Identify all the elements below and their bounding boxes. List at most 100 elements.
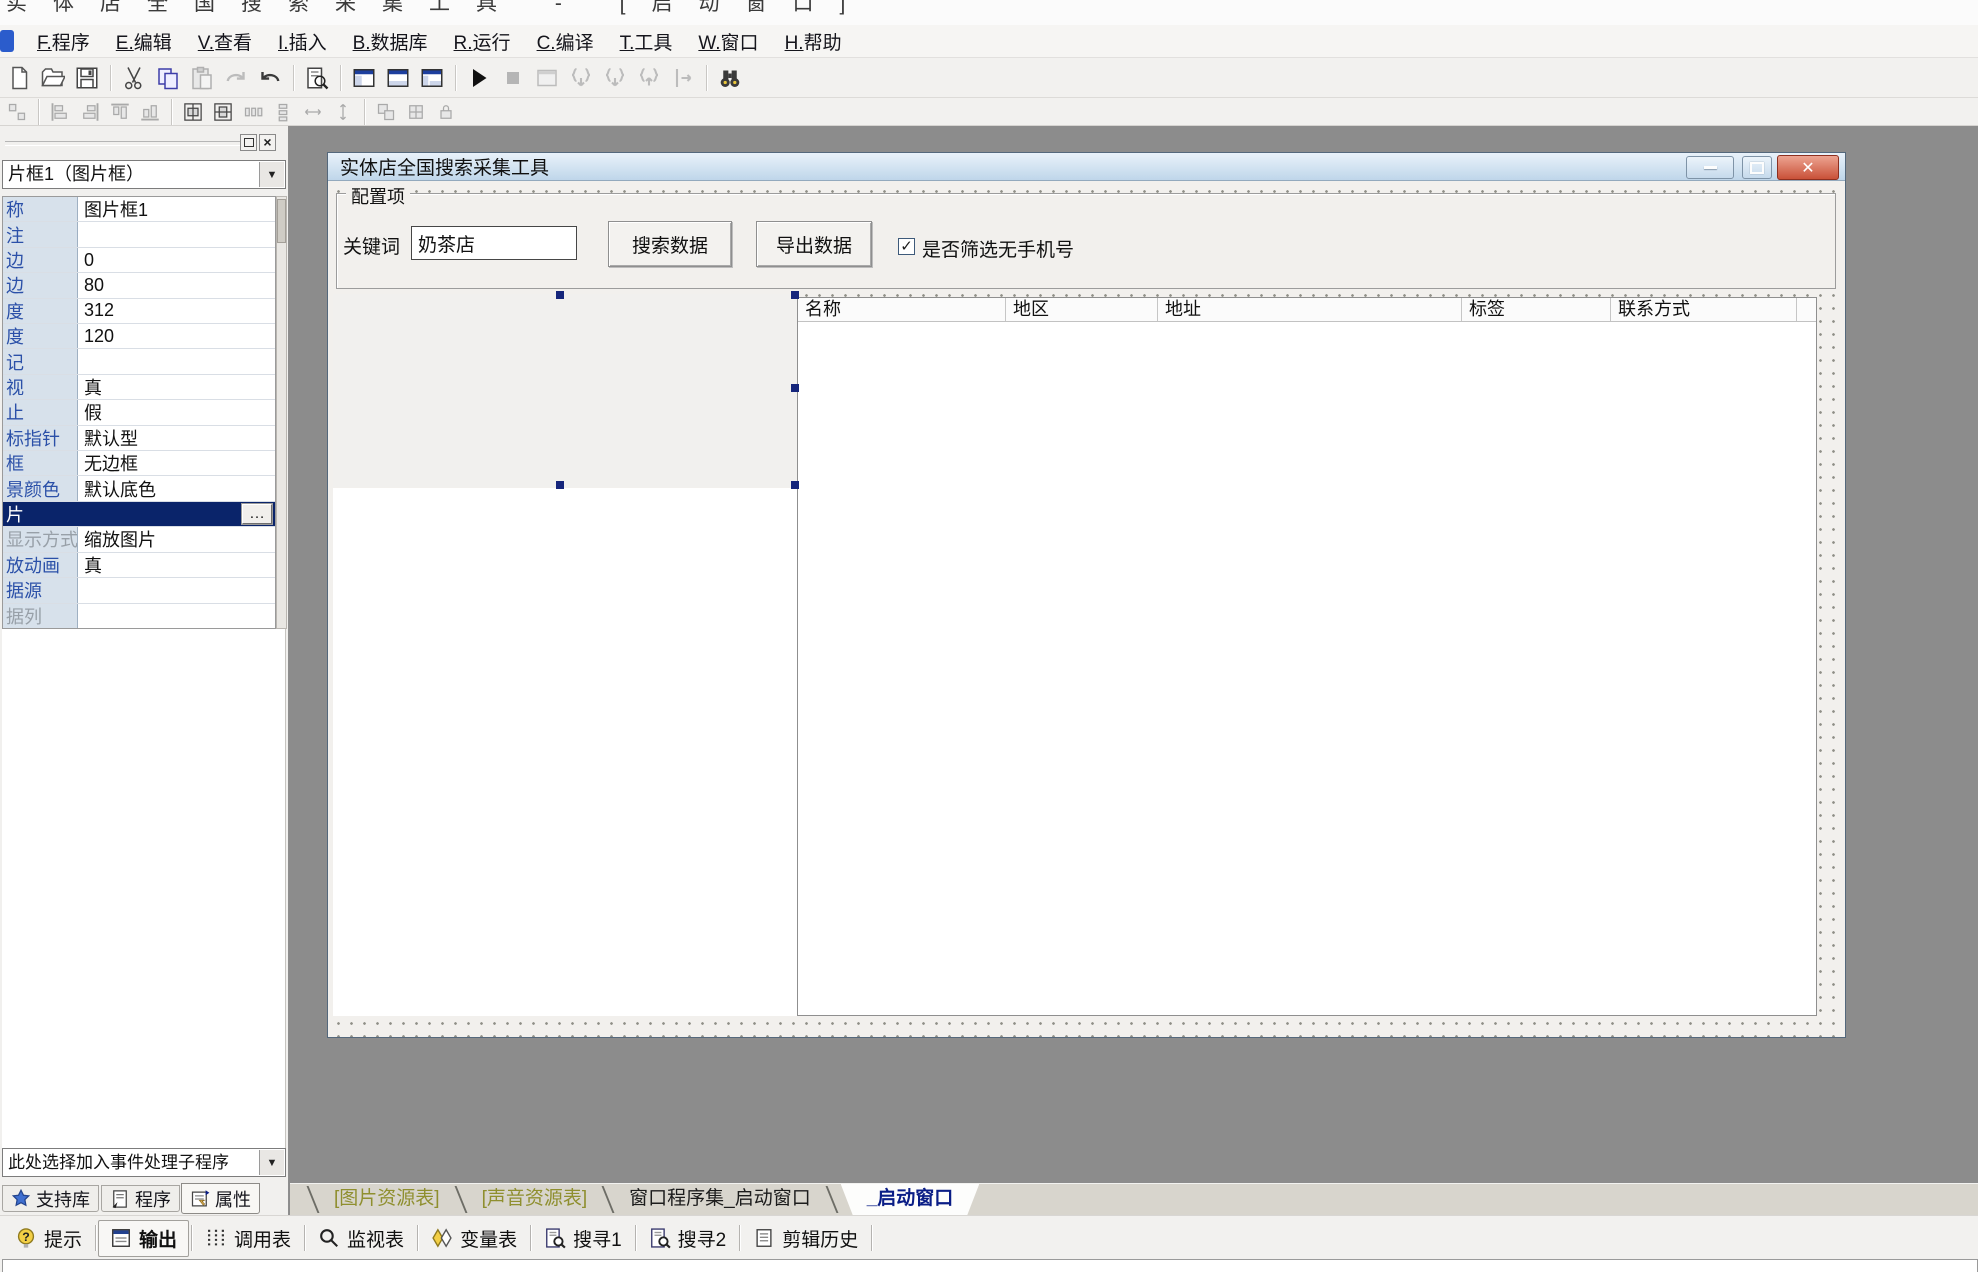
run-button[interactable] [464, 63, 494, 93]
align-top-button[interactable] [107, 101, 133, 123]
align-right-button[interactable] [77, 101, 103, 123]
os-window-titlebar[interactable]: 实体店全国搜索采集工具 - [启动窗口] [0, 0, 1978, 26]
selection-handle[interactable] [791, 384, 799, 392]
debug-window-button[interactable] [532, 63, 562, 93]
save-button[interactable] [72, 63, 102, 93]
selection-handle[interactable] [791, 291, 799, 299]
cut-button[interactable] [119, 63, 149, 93]
filter-checkbox[interactable]: ✓ [898, 238, 915, 255]
properties-panel-titlebar[interactable]: × [0, 132, 288, 154]
find-button[interactable] [715, 63, 745, 93]
tab-watch-table[interactable]: 监视表 [307, 1223, 415, 1254]
property-row[interactable]: 标指针默认型 [3, 426, 275, 451]
restore-button[interactable] [1742, 156, 1772, 179]
open-button[interactable] [38, 63, 68, 93]
tab-sound-resources[interactable]: [声音资源表] [470, 1184, 600, 1215]
chevron-down-icon[interactable]: ▼ [259, 1150, 284, 1175]
property-row[interactable]: 度312 [3, 299, 275, 324]
property-row[interactable]: 据列 [3, 604, 275, 628]
chevron-down-icon[interactable]: ▼ [259, 162, 284, 187]
property-row[interactable]: 边0 [3, 248, 275, 273]
selection-handle[interactable] [791, 481, 799, 489]
tab-call-table[interactable]: 调用表 [194, 1223, 302, 1254]
menu-insert[interactable]: I.插入 [265, 28, 340, 55]
tab-program[interactable]: 程序 [101, 1185, 180, 1212]
step-out-button[interactable] [634, 63, 664, 93]
tab-properties[interactable]: 属性 [181, 1183, 260, 1214]
center-horizontal-button[interactable] [180, 101, 206, 123]
align-left-button[interactable] [47, 101, 73, 123]
panel-float-button[interactable] [240, 134, 257, 151]
property-row[interactable]: 边80 [3, 273, 275, 298]
size-to-grid-button[interactable] [403, 101, 429, 123]
menu-compile[interactable]: C.编译 [524, 28, 607, 55]
property-row[interactable]: 注 [3, 222, 275, 247]
property-row[interactable]: 放动画真 [3, 553, 275, 578]
window-layout-bottom-button[interactable] [383, 63, 413, 93]
property-row[interactable]: 显示方式缩放图片 [3, 527, 275, 552]
form-design-surface[interactable]: 配置项 关键词 搜索数据 导出数据 ✓ 是否筛选无手机号 名称 地区 地址 标签… [328, 181, 1845, 1037]
property-row[interactable]: 称图片框1 [3, 197, 275, 222]
menu-edit[interactable]: E.编辑 [103, 28, 185, 55]
panel-close-button[interactable]: × [259, 134, 276, 151]
minimize-button[interactable] [1686, 156, 1734, 179]
center-vertical-button[interactable] [210, 101, 236, 123]
space-down-button[interactable] [270, 101, 296, 123]
picture-box-control[interactable] [333, 294, 799, 487]
property-row[interactable]: 记 [3, 349, 275, 374]
menu-tools[interactable]: T.工具 [607, 28, 686, 55]
same-width-button[interactable] [300, 101, 326, 123]
lock-controls-button[interactable] [433, 101, 459, 123]
preview-button[interactable] [302, 63, 332, 93]
property-row[interactable]: 视真 [3, 375, 275, 400]
stop-button[interactable] [498, 63, 528, 93]
tab-variable-table[interactable]: 变量表 [420, 1223, 528, 1254]
undo-button[interactable] [255, 63, 285, 93]
property-grid-scrollbar[interactable] [276, 196, 287, 629]
menu-view[interactable]: V.查看 [185, 28, 265, 55]
search-data-button[interactable]: 搜索数据 [608, 221, 732, 267]
space-across-button[interactable] [240, 101, 266, 123]
step-over-button[interactable] [566, 63, 596, 93]
same-size-button[interactable] [373, 101, 399, 123]
tab-output[interactable]: 输出 [98, 1220, 189, 1257]
list-box-control[interactable] [333, 488, 799, 1016]
menu-program[interactable]: F.程序 [24, 28, 103, 55]
property-row[interactable]: 止假 [3, 400, 275, 425]
window-layout-left-button[interactable] [349, 63, 379, 93]
keyword-input[interactable] [411, 226, 577, 260]
result-table-control[interactable]: 名称 地区 地址 标签 联系方式 [797, 297, 1817, 1016]
selection-handle[interactable] [556, 291, 564, 299]
property-row[interactable]: 度120 [3, 324, 275, 349]
new-button[interactable] [4, 63, 34, 93]
property-row[interactable]: 据源 [3, 578, 275, 603]
tab-startup-window[interactable]: _启动窗口 [841, 1184, 980, 1215]
close-button[interactable]: ✕ [1777, 155, 1839, 180]
event-handler-dropdown[interactable]: 此处选择加入事件处理子程序 ▼ [2, 1148, 286, 1177]
tab-picture-resources[interactable]: [图片资源表] [322, 1184, 452, 1215]
redo-button[interactable] [221, 63, 251, 93]
config-groupbox[interactable]: 配置项 关键词 搜索数据 导出数据 ✓ 是否筛选无手机号 [336, 193, 1836, 289]
tab-window-program-set[interactable]: 窗口程序集_启动窗口 [617, 1184, 823, 1215]
menu-database[interactable]: B.数据库 [340, 28, 441, 55]
snap-grid-button[interactable] [4, 101, 30, 123]
menu-help[interactable]: H.帮助 [772, 28, 855, 55]
picture-browse-button[interactable]: … [242, 504, 272, 524]
same-height-button[interactable] [330, 101, 356, 123]
scrollbar-thumb[interactable] [277, 199, 286, 243]
menu-run[interactable]: R.运行 [441, 28, 524, 55]
tab-hint[interactable]: ? 提示 [4, 1223, 93, 1254]
selection-handle[interactable] [556, 481, 564, 489]
tab-search2[interactable]: 搜寻2 [638, 1223, 738, 1254]
step-into-button[interactable] [600, 63, 630, 93]
property-row[interactable]: 框无边框 [3, 451, 275, 476]
export-data-button[interactable]: 导出数据 [756, 221, 872, 267]
form-titlebar[interactable]: 实体店全国搜索采集工具 ✕ [328, 153, 1845, 181]
tab-search1[interactable]: 搜寻1 [533, 1223, 633, 1254]
tab-clip-history[interactable]: 剪辑历史 [742, 1223, 869, 1254]
run-to-cursor-button[interactable] [668, 63, 698, 93]
copy-button[interactable] [153, 63, 183, 93]
property-row-selected[interactable]: 片… [3, 502, 275, 527]
object-selector-dropdown[interactable]: 片框1（图片框） ▼ [2, 160, 286, 189]
window-layout-grid-button[interactable] [417, 63, 447, 93]
